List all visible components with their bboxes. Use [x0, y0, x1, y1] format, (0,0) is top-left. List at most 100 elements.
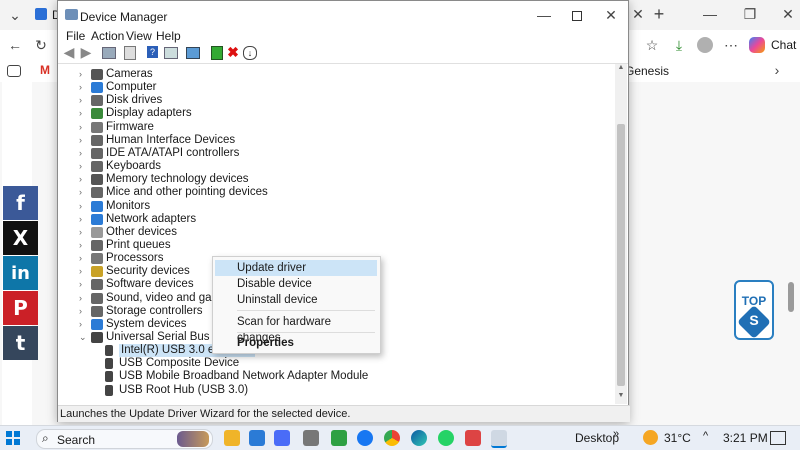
tree-category[interactable]: › Disk drives: [60, 94, 600, 107]
file-explorer-icon[interactable]: [224, 430, 240, 446]
chrome-icon[interactable]: [384, 430, 400, 446]
expand-chevron-icon[interactable]: ›: [79, 68, 89, 81]
scan-hardware-icon[interactable]: [186, 47, 200, 59]
tree-category[interactable]: › Keyboards: [60, 160, 600, 173]
expand-chevron-icon[interactable]: ›: [79, 292, 89, 305]
temperature[interactable]: 31°C: [664, 431, 691, 445]
tab-list-chevron-icon[interactable]: ⌄: [6, 6, 24, 24]
expand-chevron-icon[interactable]: ›: [79, 252, 89, 265]
tree-scrollbar-thumb[interactable]: [617, 124, 625, 386]
dm-maximize-icon[interactable]: [572, 11, 582, 21]
store-app-icon[interactable]: [331, 430, 347, 446]
menu-uninstall-device[interactable]: Uninstall device: [215, 292, 377, 308]
expand-chevron-icon[interactable]: ›: [79, 200, 89, 213]
menu-disable-device[interactable]: Disable device: [215, 276, 377, 292]
tree-device[interactable]: USB Composite Device: [60, 357, 600, 370]
copilot-label[interactable]: Chat: [771, 38, 796, 52]
notification-icon[interactable]: [770, 431, 786, 445]
forward-arrow-icon[interactable]: ▶: [79, 44, 93, 60]
downloads-icon[interactable]: ⤓: [670, 36, 688, 54]
camera-app-icon[interactable]: [303, 430, 319, 446]
bookmarks-chevron-icon[interactable]: ›: [770, 62, 784, 78]
tree-category[interactable]: › Mice and other pointing devices: [60, 186, 600, 199]
back-icon[interactable]: ←: [6, 36, 24, 54]
teams-icon[interactable]: [274, 430, 290, 446]
dm-close-icon[interactable]: ✕: [603, 7, 619, 23]
menu-view[interactable]: View: [126, 29, 152, 43]
expand-chevron-icon[interactable]: ›: [79, 226, 89, 239]
tray-chevron-icon[interactable]: ^: [703, 430, 708, 442]
refresh-icon[interactable]: ↻: [32, 36, 50, 54]
disable-device-icon[interactable]: ↓: [243, 46, 257, 60]
x-share-button[interactable]: X: [3, 221, 38, 255]
copilot-icon[interactable]: [749, 37, 765, 53]
gmail-icon[interactable]: M: [40, 63, 50, 77]
console-tree-icon[interactable]: [102, 47, 116, 59]
expand-chevron-icon[interactable]: ›: [79, 121, 89, 134]
expand-chevron-icon[interactable]: ›: [79, 305, 89, 318]
menu-file[interactable]: File: [66, 29, 85, 43]
device-manager-taskbar-icon[interactable]: [491, 430, 507, 448]
tree-category[interactable]: › Display adapters: [60, 107, 600, 120]
scroll-up-icon[interactable]: ▲: [616, 64, 626, 72]
close-tab-icon[interactable]: ✕: [630, 6, 646, 22]
expand-chevron-icon[interactable]: ›: [79, 107, 89, 120]
tumblr-share-button[interactable]: t: [3, 326, 38, 360]
expand-chevron-icon[interactable]: ›: [79, 173, 89, 186]
expand-chevron-icon[interactable]: ›: [79, 239, 89, 252]
tree-category[interactable]: › Computer: [60, 81, 600, 94]
dm-minimize-icon[interactable]: —: [536, 7, 552, 23]
facebook-share-button[interactable]: f: [3, 186, 38, 220]
tree-category[interactable]: › Monitors: [60, 200, 600, 213]
expand-chevron-icon[interactable]: ›: [79, 213, 89, 226]
linkedin-share-button[interactable]: in: [3, 256, 38, 290]
expand-chevron-icon[interactable]: ›: [79, 134, 89, 147]
page-scrollbar-thumb[interactable]: [788, 282, 794, 312]
close-window-icon[interactable]: ✕: [780, 6, 796, 22]
tree-device[interactable]: USB Root Hub (USB 3.0): [60, 384, 600, 397]
start-icon[interactable]: [6, 431, 20, 445]
menu-action[interactable]: Action: [91, 29, 124, 43]
menu-properties[interactable]: Properties: [215, 335, 377, 351]
uninstall-icon[interactable]: ✖: [226, 44, 240, 60]
tree-category[interactable]: › Other devices: [60, 226, 600, 239]
pinterest-share-button[interactable]: P: [3, 291, 38, 325]
tree-category[interactable]: › Firmware: [60, 121, 600, 134]
expand-chevron-icon[interactable]: ›: [79, 186, 89, 199]
tree-category[interactable]: › Human Interface Devices: [60, 134, 600, 147]
tree-category[interactable]: › Print queues: [60, 239, 600, 252]
expand-chevron-icon[interactable]: ›: [79, 94, 89, 107]
edge-icon[interactable]: [411, 430, 427, 446]
tree-category[interactable]: › IDE ATA/ATAPI controllers: [60, 147, 600, 160]
scroll-top-button[interactable]: TOP S: [734, 280, 774, 340]
tree-category[interactable]: › Network adapters: [60, 213, 600, 226]
expand-chevron-icon[interactable]: ›: [79, 147, 89, 160]
reading-list-icon[interactable]: [7, 65, 21, 77]
expand-chevron-icon[interactable]: ›: [79, 278, 89, 291]
collapse-chevron-icon[interactable]: ⌄: [79, 331, 89, 344]
menu-update-driver[interactable]: Update driver: [215, 260, 377, 276]
tree-scrollbar[interactable]: ▲ ▼: [615, 64, 627, 404]
expand-chevron-icon[interactable]: ›: [79, 318, 89, 331]
restore-icon[interactable]: ❐: [742, 6, 758, 22]
properties-icon[interactable]: [124, 46, 136, 60]
bookmark-genesis[interactable]: Genesis: [625, 64, 669, 78]
desktop-chevron-icon[interactable]: »: [613, 428, 619, 440]
weather-sun-icon[interactable]: [643, 430, 658, 445]
new-tab-icon[interactable]: +: [650, 4, 668, 24]
favorites-icon[interactable]: ☆: [643, 36, 661, 54]
media-app-icon[interactable]: [465, 430, 481, 446]
expand-chevron-icon[interactable]: ›: [79, 265, 89, 278]
update-driver-icon[interactable]: [211, 46, 223, 60]
menu-help[interactable]: Help: [156, 29, 181, 43]
tree-device[interactable]: USB Mobile Broadband Network Adapter Mod…: [60, 370, 600, 383]
minimize-icon[interactable]: —: [702, 6, 718, 22]
back-arrow-icon[interactable]: ◀: [62, 44, 76, 60]
tree-category[interactable]: › Memory technology devices: [60, 173, 600, 186]
profile-avatar[interactable]: [697, 37, 713, 53]
whatsapp-icon[interactable]: [438, 430, 454, 446]
expand-chevron-icon[interactable]: ›: [79, 81, 89, 94]
scroll-down-icon[interactable]: ▼: [616, 392, 626, 400]
menu-scan-hardware[interactable]: Scan for hardware changes: [215, 314, 377, 344]
help-icon[interactable]: ?: [147, 46, 158, 58]
